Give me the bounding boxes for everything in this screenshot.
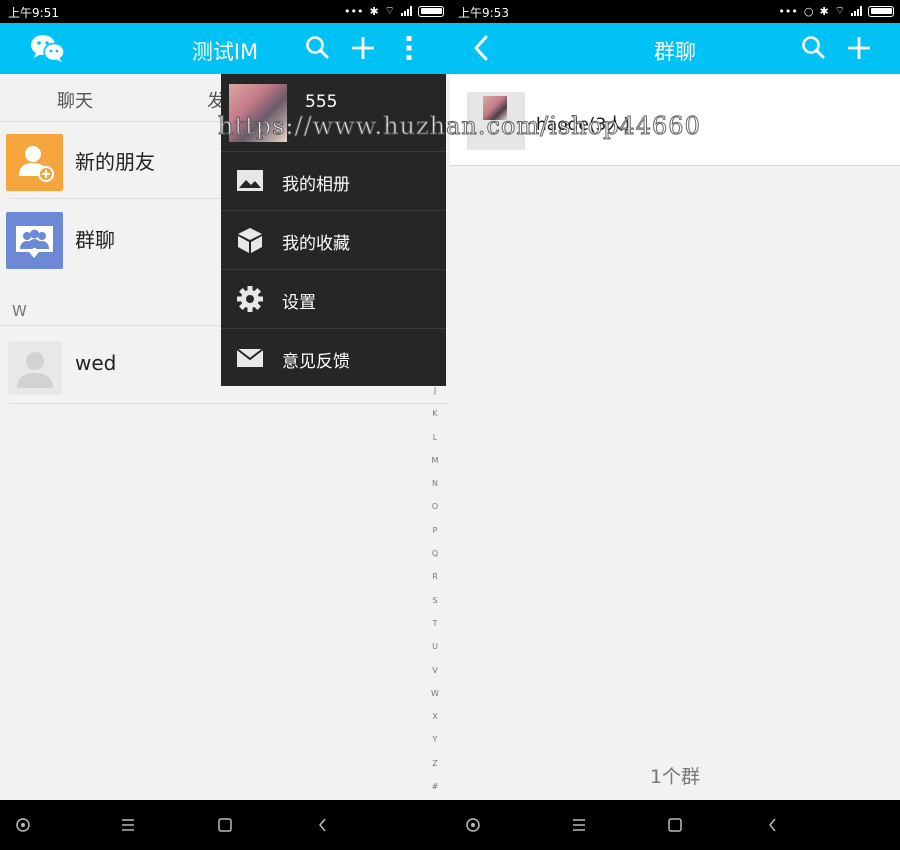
- menu-item-label: 设置: [282, 293, 316, 313]
- menu-item-label: 我的收藏: [282, 234, 350, 254]
- index-letter[interactable]: W: [428, 689, 442, 712]
- battery-icon: [418, 5, 444, 17]
- menu-item-label: 意见反馈: [282, 352, 350, 372]
- index-letter[interactable]: T: [428, 619, 442, 642]
- menu-item-album[interactable]: 我的相册: [221, 152, 446, 211]
- contact-name: wed: [75, 351, 117, 375]
- alphabet-index[interactable]: J K L M N O P Q R S T U V W X Y Z #: [428, 386, 442, 805]
- add-icon[interactable]: [349, 34, 377, 62]
- menu-icon[interactable]: [569, 815, 589, 835]
- add-friend-icon: [6, 134, 63, 191]
- back-icon[interactable]: [763, 815, 783, 835]
- index-letter[interactable]: Z: [428, 759, 442, 782]
- contact-name: 新的朋友: [75, 150, 155, 174]
- more-dots-icon: •••: [343, 4, 364, 18]
- divider: [10, 403, 450, 404]
- gear-icon: [237, 286, 263, 312]
- search-icon[interactable]: [304, 34, 332, 62]
- signal-icon: [851, 6, 862, 16]
- more-vertical-icon[interactable]: [395, 34, 423, 62]
- index-letter[interactable]: U: [428, 642, 442, 665]
- menu-item-favorites[interactable]: 我的收藏: [221, 211, 446, 270]
- index-letter[interactable]: R: [428, 572, 442, 595]
- wifi-icon: ⌔: [834, 4, 845, 17]
- index-letter[interactable]: N: [428, 479, 442, 502]
- image-icon: [237, 170, 263, 191]
- sync-icon: ○: [803, 4, 814, 18]
- index-letter[interactable]: K: [428, 409, 442, 432]
- status-time: 上午9:53: [458, 6, 509, 20]
- app-bar: 群聊: [450, 23, 900, 74]
- menu-item-settings[interactable]: 设置: [221, 270, 446, 329]
- index-letter[interactable]: V: [428, 666, 442, 689]
- status-time: 上午9:51: [8, 6, 59, 20]
- status-bar: 上午9:53 ••• ○ ✱ ⌔: [450, 0, 900, 23]
- app-title: 测试IM: [191, 40, 259, 64]
- cube-icon: [238, 228, 262, 253]
- group-chat-icon: [6, 212, 63, 269]
- tab-chat[interactable]: 聊天: [57, 87, 93, 113]
- bluetooth-icon: ✱: [819, 4, 829, 18]
- search-icon[interactable]: [800, 34, 828, 62]
- index-letter[interactable]: Q: [428, 549, 442, 572]
- index-letter[interactable]: M: [428, 456, 442, 479]
- wifi-icon: ⌔: [384, 4, 395, 17]
- assistant-icon[interactable]: [463, 815, 483, 835]
- menu-item-label: 我的相册: [282, 175, 350, 195]
- app-title: 群聊: [654, 40, 696, 64]
- home-icon[interactable]: [665, 815, 685, 835]
- mail-icon: [236, 348, 264, 367]
- more-dots-icon: •••: [778, 4, 798, 18]
- index-letter[interactable]: L: [428, 433, 442, 456]
- bluetooth-icon: ✱: [369, 4, 379, 18]
- app-bar: 测试IM: [0, 23, 450, 74]
- index-letter[interactable]: X: [428, 712, 442, 735]
- index-letter[interactable]: Y: [428, 735, 442, 758]
- status-bar: 上午9:51 ••• ✱ ⌔: [0, 0, 450, 23]
- navigation-bar: [450, 800, 900, 850]
- section-letter: W: [12, 302, 27, 320]
- index-letter[interactable]: O: [428, 502, 442, 525]
- back-icon[interactable]: [313, 815, 333, 835]
- menu-user-name: 555: [305, 92, 338, 112]
- contact-name: 群聊: [75, 228, 115, 252]
- battery-icon: [868, 5, 894, 17]
- index-letter[interactable]: J: [428, 386, 442, 409]
- group-count: 1个群: [649, 766, 701, 788]
- signal-icon: [401, 6, 412, 16]
- menu-item-feedback[interactable]: 意见反馈: [221, 329, 446, 388]
- status-icons: ••• ✱ ⌔: [344, 4, 444, 18]
- default-avatar-icon: [8, 341, 62, 395]
- status-icons: ••• ○ ✱ ⌔: [778, 4, 894, 18]
- add-icon[interactable]: [845, 34, 873, 62]
- assistant-icon[interactable]: [13, 815, 33, 835]
- menu-icon[interactable]: [118, 815, 138, 835]
- navigation-bar: [0, 800, 450, 850]
- index-letter[interactable]: P: [428, 526, 442, 549]
- index-letter[interactable]: S: [428, 596, 442, 619]
- watermark: https://www.huzhan.com/ishop44660: [218, 112, 701, 141]
- home-icon[interactable]: [215, 815, 235, 835]
